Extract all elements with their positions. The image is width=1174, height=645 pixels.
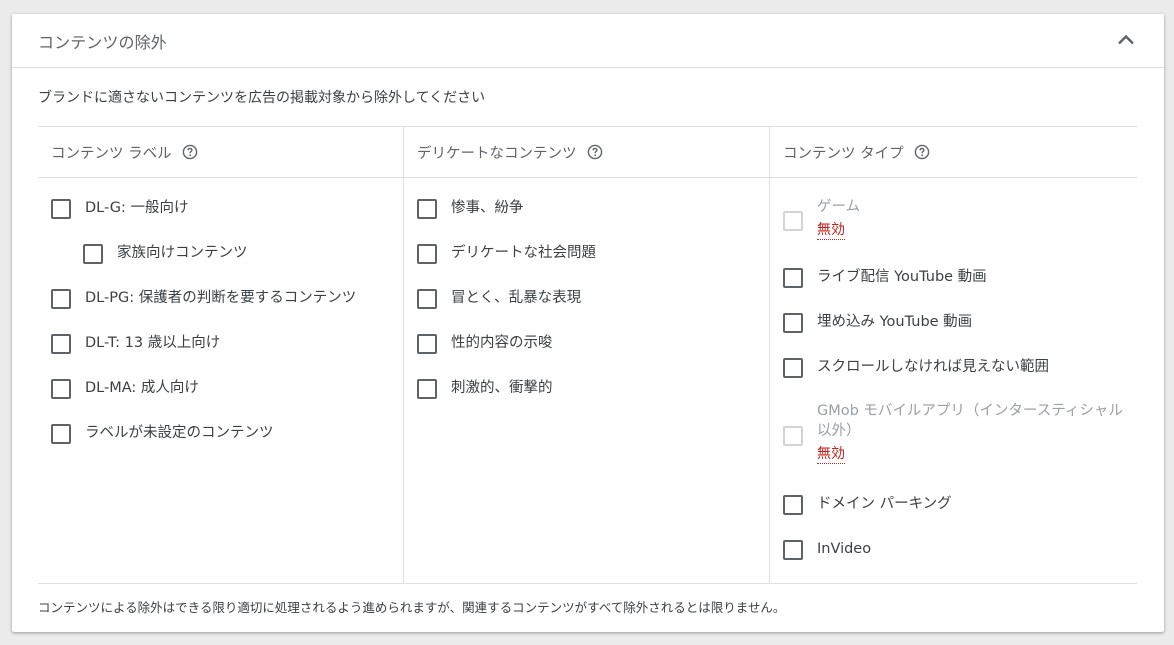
card-header[interactable]: コンテンツの除外 (12, 14, 1164, 68)
checkbox-item-dl-pg[interactable]: DL-PG: 保護者の判断を要するコンテンツ (51, 289, 356, 309)
disabled-status: 無効 (817, 446, 845, 464)
column-header-label: コンテンツ ラベル (51, 145, 172, 162)
column-header-label: コンテンツ タイプ (783, 145, 904, 162)
content-exclusions-card: コンテンツの除外 ブランドに適さないコンテンツを広告の掲載対象から除外してくださ… (12, 14, 1164, 632)
checkbox[interactable] (783, 268, 803, 288)
checkbox-item-profanity[interactable]: 冒とく、乱暴な表現 (417, 289, 581, 309)
footer-note: コンテンツによる除外はできる限り適切に処理されるよう進められますが、関連するコン… (38, 600, 786, 615)
help-icon[interactable] (182, 144, 198, 160)
help-icon[interactable] (587, 144, 603, 160)
column-sensitive-content: デリケートなコンテンツ 惨事、紛争 デリケートな社会問題 冒とく、乱暴な表現 性… (404, 127, 770, 583)
checkbox[interactable] (783, 313, 803, 333)
checkbox-label: ドメイン パーキング (817, 496, 952, 512)
checkbox-label: DL-MA: 成人向け (85, 380, 199, 396)
checkbox[interactable] (51, 289, 71, 309)
checkbox-label: スクロールしなければ見えない範囲 (817, 359, 1049, 375)
checkbox[interactable] (783, 358, 803, 378)
checkbox[interactable] (417, 199, 437, 219)
checkbox[interactable] (51, 334, 71, 354)
checkbox (783, 426, 803, 446)
checkbox[interactable] (417, 244, 437, 264)
checkbox-item-dl-g[interactable]: DL-G: 一般向け (51, 199, 188, 219)
checkbox-label-text: GMob モバイルアプリ（インタースティシャル以外） (817, 403, 1123, 439)
column-content-labels: コンテンツ ラベル DL-G: 一般向け 家族向けコンテンツ DL-PG: 保護… (38, 127, 404, 583)
checkbox[interactable] (417, 289, 437, 309)
checkbox[interactable] (417, 334, 437, 354)
checkbox[interactable] (417, 379, 437, 399)
checkbox-item-gmob-apps: GMob モバイルアプリ（インタースティシャル以外） 無効 (783, 402, 1127, 464)
column-content-types: コンテンツ タイプ ゲーム 無効 ライブ配信 YouTube 動画 埋め込み Y… (770, 127, 1137, 583)
checkbox-item-dl-t[interactable]: DL-T: 13 歳以上向け (51, 334, 220, 354)
column-header: コンテンツ ラベル (38, 127, 403, 178)
checkbox (783, 211, 803, 231)
checkbox-item-unlabeled[interactable]: ラベルが未設定のコンテンツ (51, 424, 274, 444)
checkbox-label: DL-PG: 保護者の判断を要するコンテンツ (85, 290, 357, 306)
checkbox-item-sensitive-social-issues[interactable]: デリケートな社会問題 (417, 244, 596, 264)
checkbox-label: GMob モバイルアプリ（インタースティシャル以外） 無効 (817, 401, 1127, 464)
card-title: コンテンツの除外 (38, 33, 167, 52)
checkbox-item-sensational-shocking[interactable]: 刺激的、衝撃的 (417, 379, 553, 399)
checkbox-item-live-youtube[interactable]: ライブ配信 YouTube 動画 (783, 268, 987, 288)
checkbox[interactable] (51, 199, 71, 219)
checkbox-label: 冒とく、乱暴な表現 (451, 290, 582, 306)
checkbox-item-below-the-fold[interactable]: スクロールしなければ見えない範囲 (783, 358, 1049, 378)
checkbox[interactable] (783, 540, 803, 560)
column-header: デリケートなコンテンツ (404, 127, 769, 178)
checkbox-label: InVideo (817, 541, 872, 557)
checkbox-item-sexually-suggestive[interactable]: 性的内容の示唆 (417, 334, 553, 354)
checkbox-item-embedded-youtube[interactable]: 埋め込み YouTube 動画 (783, 313, 972, 333)
checkbox-label: デリケートな社会問題 (451, 245, 596, 261)
checkbox-item-games: ゲーム 無効 (783, 198, 860, 240)
checkbox-label-text: ゲーム (817, 199, 861, 215)
chevron-up-icon[interactable] (1114, 28, 1138, 52)
checkbox-label: ラベルが未設定のコンテンツ (85, 425, 274, 441)
checkbox-label: ゲーム 無効 (817, 197, 860, 240)
checkbox-item-parked-domains[interactable]: ドメイン パーキング (783, 495, 952, 515)
checkbox[interactable] (51, 379, 71, 399)
checkbox[interactable] (783, 495, 803, 515)
card-description: ブランドに適さないコンテンツを広告の掲載対象から除外してください (38, 90, 486, 106)
checkbox-item-dl-ma[interactable]: DL-MA: 成人向け (51, 379, 199, 399)
checkbox-label: 刺激的、衝撃的 (451, 380, 553, 396)
checkbox[interactable] (51, 424, 71, 444)
checkbox-label: DL-T: 13 歳以上向け (85, 335, 221, 351)
column-header-label: デリケートなコンテンツ (417, 145, 577, 162)
checkbox-label: ライブ配信 YouTube 動画 (817, 269, 987, 285)
checkbox-label: 埋め込み YouTube 動画 (817, 314, 973, 330)
help-icon[interactable] (914, 144, 930, 160)
checkbox[interactable] (83, 244, 103, 264)
checkbox-label: DL-G: 一般向け (85, 200, 189, 216)
exclusion-grid: コンテンツ ラベル DL-G: 一般向け 家族向けコンテンツ DL-PG: 保護… (38, 126, 1137, 584)
checkbox-label: 家族向けコンテンツ (117, 245, 248, 261)
checkbox-item-invideo[interactable]: InVideo (783, 540, 871, 560)
checkbox-label: 惨事、紛争 (451, 200, 524, 216)
column-header: コンテンツ タイプ (770, 127, 1137, 178)
checkbox-item-family[interactable]: 家族向けコンテンツ (83, 244, 248, 264)
checkbox-item-tragedy-conflict[interactable]: 惨事、紛争 (417, 199, 524, 219)
disabled-status: 無効 (817, 222, 845, 240)
checkbox-label: 性的内容の示唆 (451, 335, 553, 351)
